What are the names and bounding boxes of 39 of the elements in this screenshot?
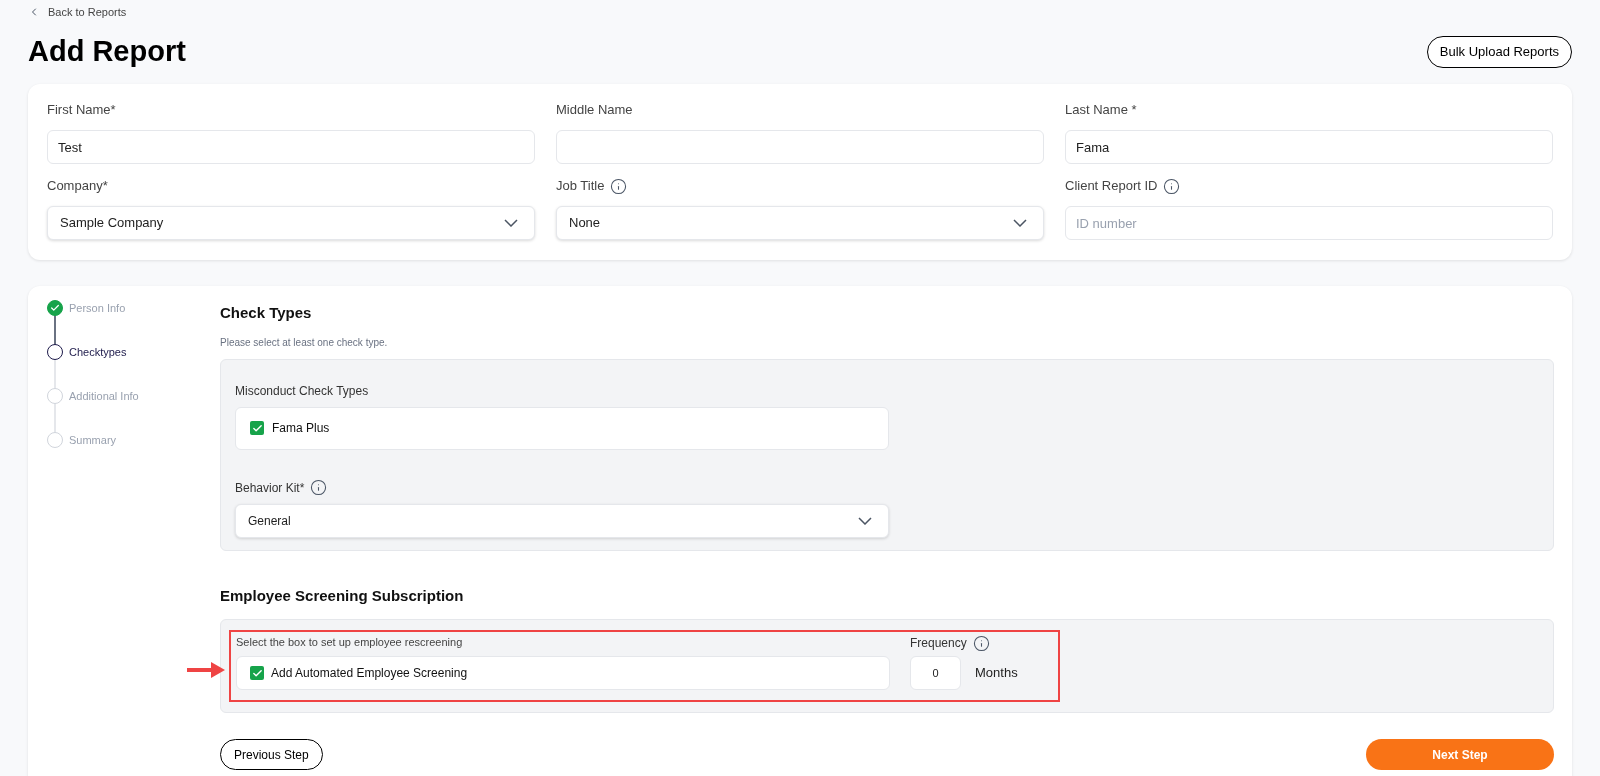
section-heading: Check Types [220,303,313,323]
select-field[interactable]: Sample Company [47,206,535,240]
frequency-input[interactable]: 0 [910,656,961,690]
input-field[interactable] [556,130,1044,164]
field-label: Middle Name [556,101,633,120]
field-label: Job Title [556,177,605,196]
checkbox[interactable] [250,421,264,435]
instruction-text: Select the box to set up employee rescreening [236,635,464,650]
input-field[interactable]: Test [47,130,535,164]
field-label: Client Report ID [1065,177,1158,196]
step-label[interactable]: Checktypes [69,343,127,361]
info-icon[interactable] [310,479,328,496]
input-field[interactable]: ID number [1065,206,1553,240]
field-label: Company* [47,177,108,196]
info-icon[interactable] [1163,177,1181,195]
checkbox[interactable] [250,666,264,680]
chevron-down-icon [1013,219,1027,227]
field-label: Last Name * [1065,101,1137,120]
unit-label: Months [975,664,1018,683]
pointer-arrow-icon [185,660,227,680]
previous-step-button[interactable]: Previous Step [220,739,323,770]
back-link[interactable]: Back to Reports [48,3,127,21]
info-icon[interactable] [972,634,990,652]
hint-text: Please select at least one check type. [220,335,389,350]
field-label: Behavior Kit* [235,479,305,497]
group-label: Misconduct Check Types [235,382,369,400]
field-label: Frequency [910,635,967,652]
option-label: Add Automated Employee Screening [271,665,468,682]
page-title: Add Report [28,34,186,70]
field-label: First Name* [47,101,116,120]
info-icon[interactable] [610,177,628,195]
chevron-down-icon [504,219,518,227]
select-field[interactable]: None [556,206,1044,240]
section-heading: Employee Screening Subscription [220,585,465,606]
option-label: Fama Plus [272,420,330,437]
chevron-down-icon [858,516,872,525]
select-field[interactable]: General [235,503,889,538]
bulk-upload-button[interactable]: Bulk Upload Reports [1426,36,1572,68]
input-field[interactable]: Fama [1065,130,1553,164]
